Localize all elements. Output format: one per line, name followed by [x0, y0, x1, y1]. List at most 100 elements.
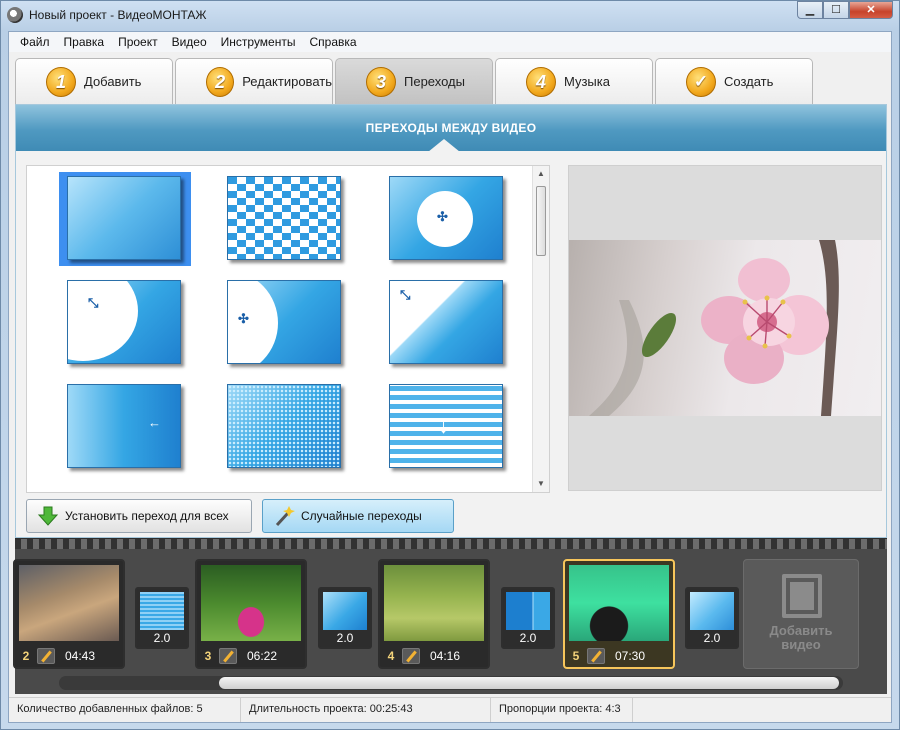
- timeline-transition[interactable]: 2.0: [135, 587, 189, 649]
- scroll-up-icon[interactable]: ▲: [533, 166, 549, 182]
- magic-wand-icon: [273, 505, 295, 527]
- transition-fade[interactable]: [59, 172, 191, 266]
- transition-thumbnail: ✣: [227, 280, 341, 364]
- clip-thumbnail: [19, 565, 119, 641]
- apply-all-button[interactable]: Установить переход для всех: [26, 499, 252, 533]
- transition-duration: 2.0: [153, 631, 171, 645]
- menu-project[interactable]: Проект: [111, 32, 165, 52]
- timeline-transition[interactable]: 2.0: [501, 587, 555, 649]
- transition-thumbnail: ✣: [389, 176, 503, 260]
- tab-label: Добавить: [84, 74, 142, 89]
- random-transitions-button[interactable]: Случайные переходы: [262, 499, 454, 533]
- transition-duration: 2.0: [519, 631, 537, 645]
- app-window: Новый проект - ВидеоМОНТАЖ ▁ ☐ ✕ Файл Пр…: [0, 0, 900, 730]
- window-title: Новый проект - ВидеоМОНТАЖ: [29, 8, 207, 22]
- timeline-scroll-thumb[interactable]: [219, 677, 839, 689]
- timeline-transition[interactable]: 2.0: [318, 587, 372, 649]
- transitions-grid: ✣ ⤡ ✣ ⤡ ← ↓ ▲ ▼: [26, 165, 550, 493]
- section-title: ПЕРЕХОДЫ МЕЖДУ ВИДЕО: [365, 121, 537, 135]
- title-bar[interactable]: Новый проект - ВидеоМОНТАЖ ▁ ☐ ✕: [1, 1, 899, 29]
- tab-music[interactable]: 4 Музыка: [495, 58, 653, 104]
- transition-checker[interactable]: [219, 172, 351, 266]
- apply-all-label: Установить переход для всех: [65, 509, 229, 523]
- checkmark-icon: ✓: [686, 66, 716, 97]
- arrow-down-icon: [37, 505, 59, 527]
- grid-scrollbar[interactable]: ▲ ▼: [532, 166, 549, 492]
- maximize-button[interactable]: ☐: [823, 1, 849, 19]
- status-bar: Количество добавленных файлов: 5 Длитель…: [9, 697, 891, 722]
- timeline-transition[interactable]: 2.0: [685, 587, 739, 649]
- timeline: ‹ 2 04:43 2.0 3 06:22: [13, 538, 887, 694]
- move-arrows-icon: ✣: [238, 311, 249, 326]
- menu-video[interactable]: Видео: [165, 32, 214, 52]
- clip-thumbnail: [384, 565, 484, 641]
- tab-create[interactable]: ✓ Создать: [655, 58, 813, 104]
- menu-tools[interactable]: Инструменты: [214, 32, 303, 52]
- clip-duration: 04:16: [430, 649, 461, 663]
- close-button[interactable]: ✕: [849, 1, 893, 19]
- transition-slide[interactable]: ←: [59, 380, 191, 474]
- arrow-left-icon: ←: [148, 415, 161, 430]
- preview-panel: [568, 165, 882, 491]
- header-notch: [428, 139, 460, 152]
- scroll-thumb[interactable]: [536, 186, 546, 256]
- tab-label: Редактировать: [242, 74, 332, 89]
- menu-edit[interactable]: Правка: [57, 32, 112, 52]
- transition-thumbnail: [140, 592, 184, 630]
- film-reel-icon: [7, 7, 23, 23]
- clip-footer: 5 07:30: [565, 645, 673, 667]
- step-1-icon: 1: [46, 66, 76, 97]
- transition-dots[interactable]: [219, 380, 351, 474]
- tab-edit[interactable]: 2 Редактировать: [175, 58, 333, 104]
- transition-thumbnail: [690, 592, 734, 630]
- clip-number: 4: [387, 649, 395, 663]
- tab-label: Переходы: [404, 74, 465, 89]
- transition-thumbnail: [323, 592, 367, 630]
- tab-add[interactable]: 1 Добавить: [15, 58, 173, 104]
- blossom-image: [589, 240, 839, 416]
- pencil-icon[interactable]: [402, 648, 420, 664]
- transition-thumbnail: [227, 176, 341, 260]
- timeline-clip[interactable]: 2 04:43: [13, 559, 125, 669]
- client-area: Файл Правка Проект Видео Инструменты Спр…: [8, 31, 892, 723]
- menu-bar: Файл Правка Проект Видео Инструменты Спр…: [9, 32, 891, 52]
- transition-circle-in[interactable]: ✣: [381, 172, 513, 266]
- clip-duration: 06:22: [247, 649, 278, 663]
- transition-thumbnail: ←: [67, 384, 181, 468]
- clip-footer: 4 04:16: [380, 645, 488, 667]
- pencil-icon[interactable]: [587, 648, 605, 664]
- step-4-icon: 4: [526, 66, 556, 97]
- transition-diagonal-wipe[interactable]: ⤡: [381, 276, 513, 370]
- step-2-icon: 2: [206, 66, 235, 97]
- transition-circle-corner[interactable]: ⤡: [59, 276, 191, 370]
- menu-file[interactable]: Файл: [13, 32, 57, 52]
- timeline-clip[interactable]: 4 04:16: [378, 559, 490, 669]
- tab-transitions[interactable]: 3 Переходы: [335, 58, 493, 104]
- transition-thumbnail: ⤡: [389, 280, 503, 364]
- step-3-icon: 3: [366, 66, 396, 97]
- clip-number: 3: [204, 649, 212, 663]
- diagonal-arrows-icon: ⤡: [400, 287, 411, 302]
- scroll-down-icon[interactable]: ▼: [533, 476, 549, 492]
- preview-image: [569, 240, 881, 416]
- timeline-clip-selected[interactable]: 5 07:30: [563, 559, 675, 669]
- move-arrows-icon: ✣: [437, 209, 448, 224]
- pencil-icon[interactable]: [219, 648, 237, 664]
- clip-number: 5: [572, 649, 580, 663]
- arrow-down-icon: ↓: [438, 413, 449, 438]
- clip-duration: 07:30: [615, 649, 646, 663]
- step-tabs: 1 Добавить 2 Редактировать 3 Переходы 4 …: [15, 58, 815, 104]
- transition-thumbnail: [67, 176, 181, 260]
- menu-help[interactable]: Справка: [302, 32, 363, 52]
- transition-blinds-down[interactable]: ↓: [381, 380, 513, 474]
- transition-circle-left[interactable]: ✣: [219, 276, 351, 370]
- timeline-clip[interactable]: 3 06:22: [195, 559, 307, 669]
- transitions-panel: ПЕРЕХОДЫ МЕЖДУ ВИДЕО ✣ ⤡ ✣ ⤡ ← ↓ ▲ ▼ Уст…: [15, 104, 887, 538]
- transition-thumbnail: [227, 384, 341, 468]
- timeline-scrollbar[interactable]: [59, 676, 843, 690]
- pencil-icon[interactable]: [37, 648, 55, 664]
- transition-duration: 2.0: [703, 631, 721, 645]
- random-transitions-label: Случайные переходы: [301, 509, 422, 523]
- add-video-button[interactable]: Добавить видео: [743, 559, 859, 669]
- minimize-button[interactable]: ▁: [797, 1, 823, 19]
